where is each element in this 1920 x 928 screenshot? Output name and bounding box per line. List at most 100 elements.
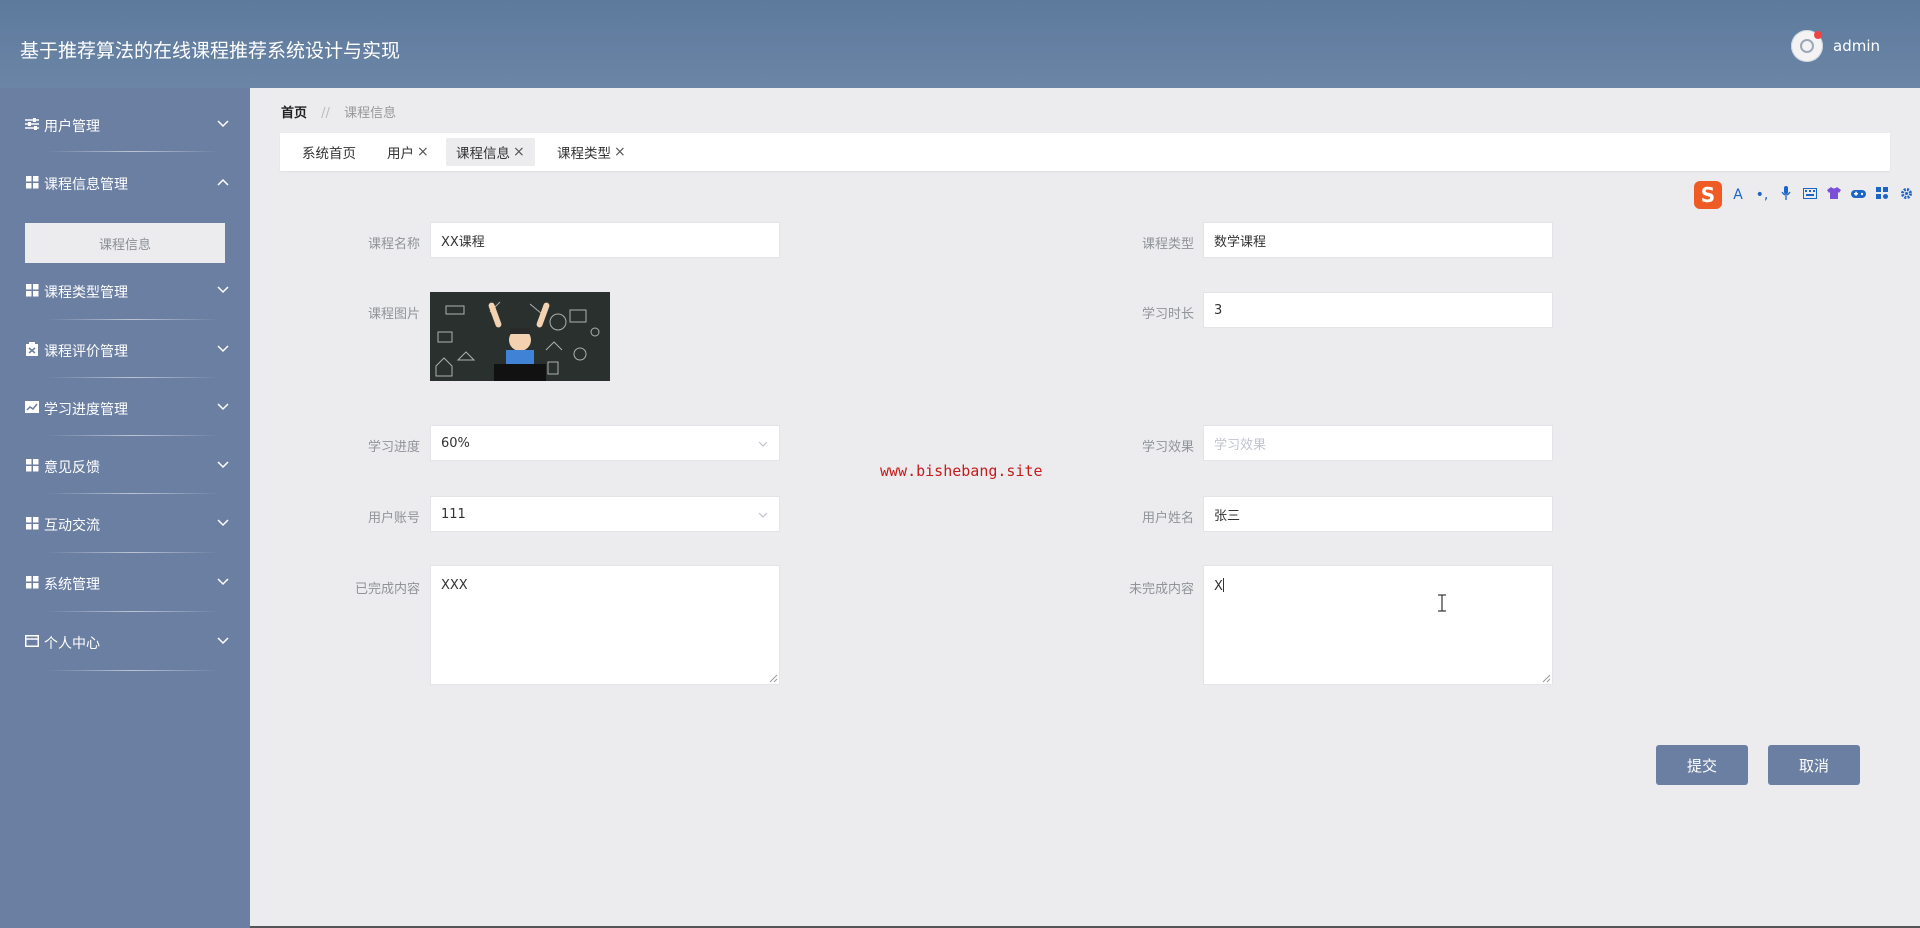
sidebar-item-user-management[interactable]: 用户管理: [0, 106, 250, 146]
chevron-down-icon: [217, 345, 229, 353]
breadcrumb-separator: //: [321, 106, 330, 121]
study-progress-select[interactable]: 60%: [430, 425, 780, 461]
ime-mode-button[interactable]: A: [1726, 187, 1750, 203]
sidebar-item-feedback[interactable]: 意见反馈: [0, 447, 250, 487]
divider: [46, 151, 220, 152]
close-icon[interactable]: ×: [513, 144, 525, 160]
gamepad-icon[interactable]: [1846, 187, 1870, 203]
breadcrumb-current: 课程信息: [344, 106, 397, 121]
mic-icon[interactable]: [1774, 186, 1798, 204]
ime-punctuation-button[interactable]: •,: [1750, 187, 1774, 203]
completed-content-value: XXX: [441, 578, 468, 593]
chevron-down-icon: [758, 441, 768, 447]
tab-course-type[interactable]: 课程类型 ×: [547, 138, 636, 166]
close-icon[interactable]: ×: [614, 144, 626, 160]
course-image-illustration: [430, 292, 610, 381]
completed-content-textarea[interactable]: XXX: [430, 565, 780, 685]
app-title: 基于推荐算法的在线课程推荐系统设计与实现: [20, 40, 401, 62]
grid-icon: [24, 283, 40, 301]
course-type-input[interactable]: 数学课程: [1203, 222, 1553, 258]
grid-icon: [24, 175, 40, 193]
grid-icon: [24, 458, 40, 476]
divider: [46, 611, 220, 612]
tabs-bar: 系统首页 用户 × 课程信息 × 课程类型 ×: [280, 133, 1890, 171]
sliders-icon: [24, 118, 40, 134]
course-name-input[interactable]: XX课程: [430, 222, 780, 258]
divider: [46, 319, 220, 320]
study-effect-label: 学习效果: [1141, 440, 1194, 455]
sidebar-item-personal-center[interactable]: 个人中心: [0, 623, 250, 663]
chevron-down-icon: [217, 286, 229, 294]
chevron-up-icon: [217, 178, 229, 186]
sidebar-item-course-info-management[interactable]: 课程信息管理: [0, 164, 250, 204]
breadcrumb: 首页 // 课程信息: [281, 102, 396, 121]
avatar[interactable]: [1791, 30, 1823, 62]
divider: [46, 670, 220, 671]
grid-icon: [24, 516, 40, 534]
completed-content-label: 已完成内容: [354, 582, 420, 597]
divider: [46, 435, 220, 436]
sidebar-item-interaction[interactable]: 互动交流: [0, 505, 250, 545]
header: 基于推荐算法的在线课程推荐系统设计与实现 admin: [0, 0, 1920, 88]
incomplete-content-textarea[interactable]: X: [1203, 565, 1553, 685]
divider: [46, 493, 220, 494]
clipboard-icon: [24, 342, 40, 360]
tab-label: 系统首页: [302, 146, 356, 162]
tab-user[interactable]: 用户 ×: [377, 138, 439, 166]
settings-icon[interactable]: [1894, 187, 1918, 204]
tab-course-info[interactable]: 课程信息 ×: [446, 138, 535, 166]
chevron-down-icon: [217, 403, 229, 411]
chart-icon: [24, 401, 40, 417]
keyboard-icon[interactable]: [1798, 187, 1822, 203]
sidebar-item-course-review-management[interactable]: 课程评价管理: [0, 331, 250, 371]
card-icon: [24, 635, 40, 651]
username[interactable]: admin: [1833, 37, 1880, 55]
user-name-input[interactable]: 张三: [1203, 496, 1553, 532]
chevron-down-icon: [758, 512, 768, 518]
user-name-label: 用户姓名: [1141, 511, 1194, 526]
submit-button[interactable]: 提交: [1656, 745, 1748, 785]
sidebar: 用户管理 课程信息管理 课程信息 课程类型管理 课程评价管理 学习进度管理 意见…: [0, 88, 250, 928]
close-icon[interactable]: ×: [417, 144, 429, 160]
sidebar-item-label: 意见反馈: [44, 460, 100, 476]
apps-icon[interactable]: [1870, 187, 1894, 203]
resize-handle-icon[interactable]: [768, 673, 778, 683]
sidebar-item-label: 系统管理: [44, 577, 100, 593]
chevron-down-icon: [217, 120, 229, 128]
chevron-down-icon: [217, 578, 229, 586]
sidebar-item-label: 课程类型管理: [44, 285, 128, 301]
sogou-ime-logo[interactable]: S: [1694, 181, 1722, 209]
sidebar-subitem-course-info[interactable]: 课程信息: [25, 223, 225, 263]
watermark-text: www.bishebang.site: [880, 462, 1043, 480]
course-image[interactable]: [430, 292, 610, 381]
study-progress-value: 60%: [441, 435, 470, 451]
user-account-label: 用户账号: [367, 511, 420, 526]
text-cursor-icon: [1438, 594, 1446, 612]
tab-system-home[interactable]: 系统首页: [292, 138, 366, 166]
divider: [46, 552, 220, 553]
shirt-icon[interactable]: [1822, 187, 1846, 203]
sidebar-item-label: 用户管理: [44, 119, 100, 135]
tab-label: 课程类型: [557, 146, 611, 162]
resize-handle-icon[interactable]: [1541, 673, 1551, 683]
user-account-select[interactable]: 111: [430, 496, 780, 532]
text-caret: [1222, 578, 1224, 592]
course-name-label: 课程名称: [367, 237, 420, 252]
cancel-button[interactable]: 取消: [1768, 745, 1860, 785]
tab-label: 用户: [387, 146, 414, 162]
user-menu[interactable]: admin: [1791, 30, 1880, 62]
sidebar-item-label: 课程信息管理: [44, 177, 128, 193]
sidebar-item-course-type-management[interactable]: 课程类型管理: [0, 272, 250, 312]
sidebar-item-label: 个人中心: [44, 636, 100, 652]
study-effect-input[interactable]: 学习效果: [1203, 425, 1553, 461]
sidebar-item-study-progress-management[interactable]: 学习进度管理: [0, 389, 250, 429]
incomplete-content-value: X: [1214, 579, 1223, 594]
grid-icon: [24, 575, 40, 593]
chevron-down-icon: [217, 519, 229, 527]
breadcrumb-home[interactable]: 首页: [281, 106, 307, 121]
sidebar-item-system-management[interactable]: 系统管理: [0, 564, 250, 604]
sidebar-item-label: 课程评价管理: [44, 344, 128, 360]
incomplete-content-label: 未完成内容: [1128, 582, 1194, 597]
study-duration-input[interactable]: 3: [1203, 292, 1553, 328]
sidebar-item-label: 互动交流: [44, 518, 100, 534]
